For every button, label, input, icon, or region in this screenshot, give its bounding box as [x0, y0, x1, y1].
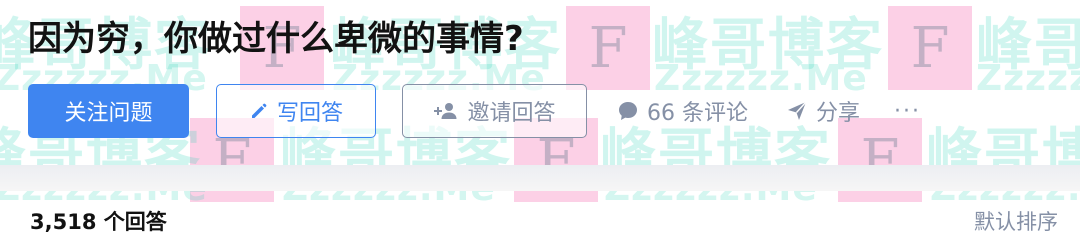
- share-button[interactable]: 分享: [786, 84, 860, 138]
- follow-question-button[interactable]: 关注问题: [28, 84, 189, 138]
- pencil-icon: [251, 103, 267, 118]
- add-user-icon: [434, 103, 457, 119]
- answers-count: 3,518 个回答: [30, 210, 167, 234]
- more-dots-icon: ···: [894, 98, 921, 124]
- watermark-text: 峰哥博客: [976, 13, 1080, 78]
- share-label: 分享: [816, 101, 861, 126]
- invite-answer-button[interactable]: 邀请回答: [402, 84, 587, 138]
- question-actions: 关注问题 写回答 邀请回答 66 条评论 分享 ···: [28, 84, 921, 138]
- write-answer-button[interactable]: 写回答: [216, 84, 376, 138]
- comments-button[interactable]: 66 条评论: [617, 84, 748, 138]
- more-button[interactable]: ···: [894, 84, 921, 138]
- comment-bubble-icon: [619, 102, 637, 120]
- paper-plane-icon: [788, 101, 807, 120]
- watermark-text: 峰哥博客: [652, 13, 884, 78]
- write-answer-label: 写回答: [276, 101, 343, 126]
- sort-dropdown[interactable]: 默认排序: [974, 206, 1058, 236]
- watermark-url: Zzzzzz.Me: [976, 58, 1080, 99]
- invite-answer-label: 邀请回答: [467, 101, 556, 126]
- question-title: 因为穷，你做过什么卑微的事情?: [28, 19, 524, 59]
- watermark-logo: F: [888, 6, 972, 90]
- section-divider: [0, 165, 1080, 191]
- watermark-logo: F: [566, 6, 650, 90]
- comments-label: 66 条评论: [647, 101, 748, 126]
